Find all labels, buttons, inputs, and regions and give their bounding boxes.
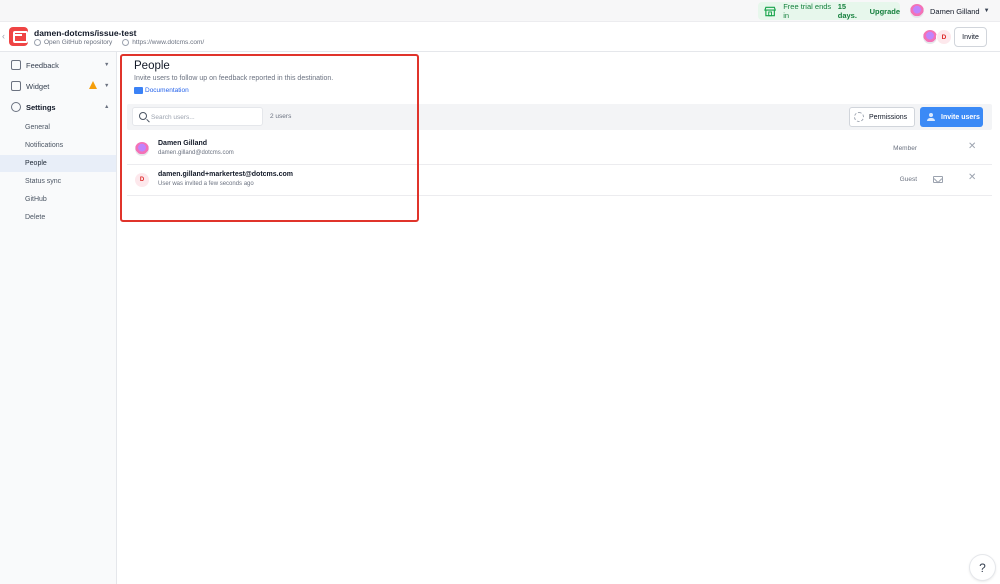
sidebar-item-delete[interactable]: Delete — [0, 209, 116, 226]
project-header: ‹ damen-dotcms/issue-test Open GitHub re… — [0, 22, 1000, 52]
gear-icon — [854, 112, 864, 122]
user-name: Damen Gilland — [930, 6, 980, 16]
app-logo[interactable] — [9, 27, 28, 46]
trial-banner[interactable]: Free trial ends in 15 days. Upgrade — [758, 2, 900, 20]
add-user-icon — [926, 113, 936, 121]
chevron-down-icon: ▼ — [104, 62, 110, 68]
site-url-link[interactable]: https://www.dotcms.com/ — [132, 39, 204, 46]
sidebar-item-label: Settings — [26, 102, 56, 112]
annotation-highlight-box — [120, 54, 419, 222]
feedback-icon — [11, 60, 21, 70]
avatar — [910, 4, 924, 18]
globe-icon — [122, 39, 130, 46]
sidebar-item-feedback[interactable]: Feedback ▼ — [0, 56, 117, 74]
widget-icon — [11, 81, 21, 91]
trial-text: Free trial ends in — [783, 2, 832, 20]
user-role[interactable]: Member — [827, 145, 917, 152]
caret-down-icon: ▼ — [983, 8, 990, 14]
help-button[interactable]: ? — [970, 555, 995, 580]
invite-users-label: Invite users — [941, 113, 980, 121]
sidebar-item-label: Feedback — [26, 60, 59, 70]
member-avatars[interactable]: D — [922, 29, 952, 45]
sidebar-item-people[interactable]: People — [0, 155, 116, 172]
invite-button[interactable]: Invite — [954, 27, 987, 47]
close-icon[interactable]: ✕ — [968, 172, 976, 183]
upgrade-link[interactable]: Upgrade — [870, 7, 900, 16]
gear-icon — [11, 102, 21, 112]
project-links: Open GitHub repository https://www.dotcm… — [34, 39, 204, 46]
sidebar-item-status-sync[interactable]: Status sync — [0, 173, 116, 190]
sidebar: Feedback ▼ Widget ▼ Settings ▲ General N… — [0, 52, 117, 584]
chevron-left-icon[interactable]: ‹ — [2, 31, 5, 41]
github-icon — [34, 39, 41, 46]
trial-days: 15 days. — [837, 2, 857, 20]
user-role[interactable]: Guest — [827, 176, 917, 183]
sidebar-item-general[interactable]: General — [0, 119, 116, 136]
resend-invite-mail-icon[interactable] — [933, 176, 943, 183]
invite-users-button[interactable]: Invite users — [920, 107, 983, 127]
permissions-button[interactable]: Permissions — [849, 107, 915, 127]
close-icon[interactable]: ✕ — [968, 141, 976, 152]
user-menu[interactable]: Damen Gilland ▼ — [910, 3, 990, 19]
sidebar-item-notifications[interactable]: Notifications — [0, 137, 116, 154]
project-name: damen-dotcms/issue-test — [34, 28, 137, 38]
avatar-initial: D — [936, 29, 952, 45]
github-repo-link[interactable]: Open GitHub repository — [44, 39, 112, 46]
sidebar-item-settings[interactable]: Settings ▲ — [0, 98, 117, 116]
top-bar: Free trial ends in 15 days. Upgrade Dame… — [0, 0, 1000, 22]
chevron-up-icon: ▲ — [104, 104, 110, 110]
warning-icon — [89, 81, 97, 89]
sidebar-item-label: Widget — [26, 81, 50, 91]
store-icon — [764, 6, 777, 16]
chevron-down-icon: ▼ — [104, 83, 110, 89]
sidebar-item-widget[interactable]: Widget ▼ — [0, 77, 117, 95]
permissions-label: Permissions — [869, 113, 908, 121]
sidebar-item-github[interactable]: GitHub — [0, 191, 116, 208]
